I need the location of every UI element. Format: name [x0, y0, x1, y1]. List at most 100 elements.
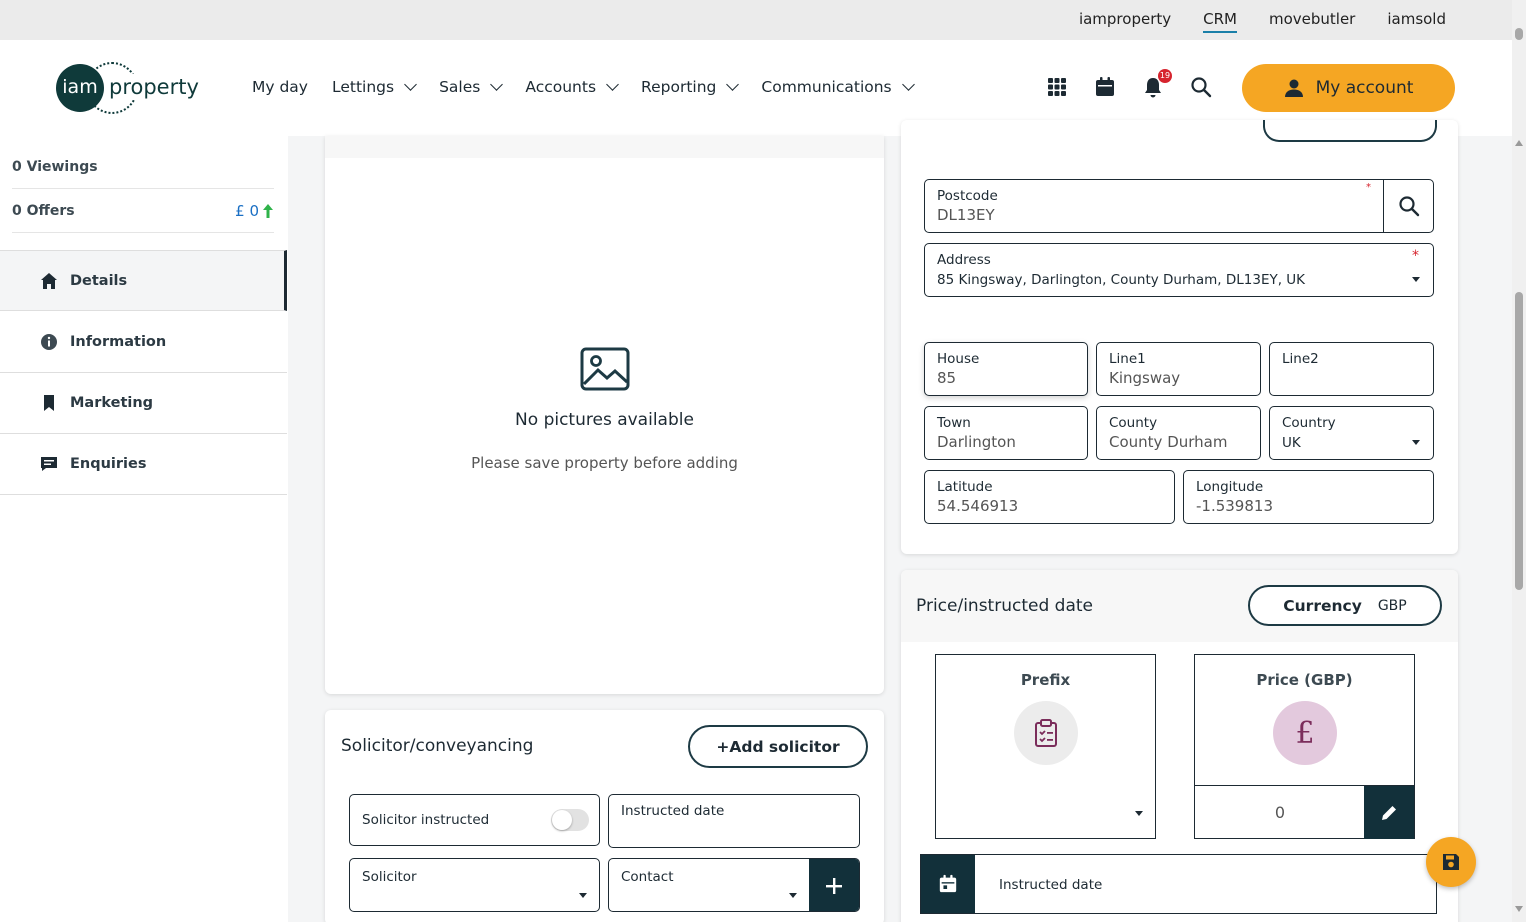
nav-label: Communications — [761, 78, 892, 96]
solicitor-instructed-toggle[interactable] — [551, 809, 589, 831]
offers-stat: 0 Offers £ 0 — [12, 190, 274, 233]
prefix-label: Prefix — [1020, 671, 1071, 689]
viewings-stat: 0 Viewings — [12, 146, 274, 189]
instructed-date-field[interactable]: Instructed date — [608, 794, 860, 848]
longitude-field[interactable]: Longitude -1.539813 — [1183, 470, 1434, 524]
postcode-label: Postcode — [937, 188, 998, 204]
caret-down-icon — [579, 893, 587, 898]
bell-icon[interactable]: 19 — [1142, 69, 1172, 98]
top-link-movebutler[interactable]: movebutler — [1269, 10, 1355, 33]
solicitor-instructed-toggle-field[interactable]: Solicitor instructed — [349, 794, 600, 846]
sidebar-item-information[interactable]: Information — [0, 312, 287, 373]
save-icon — [1443, 854, 1459, 870]
offers-value-text: £ 0 — [235, 202, 259, 220]
contact-select[interactable]: Contact — [608, 858, 860, 912]
search-icon — [1398, 196, 1419, 217]
my-account-label: My account — [1315, 78, 1414, 98]
latitude-label: Latitude — [937, 479, 993, 495]
clipboard-icon — [1014, 701, 1078, 765]
nav-lettings[interactable]: Lettings — [331, 78, 417, 96]
pictures-card-header — [325, 136, 884, 158]
top-link-crm[interactable]: CRM — [1203, 10, 1237, 33]
solicitor-select[interactable]: Solicitor — [349, 858, 600, 912]
postcode-field[interactable]: Postcode DL13EY * — [924, 179, 1434, 233]
nav-my-day[interactable]: My day — [252, 78, 308, 96]
currency-button[interactable]: Currency GBP — [1248, 585, 1442, 626]
town-label: Town — [937, 415, 971, 431]
town-value: Darlington — [937, 433, 1016, 451]
prefix-select[interactable]: Prefix — [935, 654, 1156, 839]
nav-label: Lettings — [331, 78, 395, 96]
pound-icon: £ — [1273, 701, 1337, 765]
arrow-up-icon — [263, 204, 273, 218]
county-label: County — [1109, 415, 1158, 431]
price-tile: Price (GBP) £ 0 — [1194, 654, 1415, 839]
logo[interactable]: iam property — [56, 62, 206, 114]
line2-field[interactable]: Line2 — [1269, 342, 1434, 396]
postcode-search-button[interactable] — [1383, 180, 1433, 232]
nav-sales[interactable]: Sales — [439, 78, 504, 96]
caret-down-icon — [789, 893, 797, 898]
house-value: 85 — [937, 369, 957, 387]
offers-value: £ 0 — [235, 202, 274, 220]
line1-label: Line1 — [1109, 351, 1146, 367]
nav-accounts[interactable]: Accounts — [525, 78, 619, 96]
county-field[interactable]: County County Durham — [1096, 406, 1261, 460]
calendar-icon[interactable] — [1094, 76, 1116, 98]
edit-price-button[interactable] — [1364, 786, 1414, 839]
sidebar-item-enquiries[interactable]: Enquiries — [0, 434, 287, 495]
my-account-button[interactable]: My account — [1242, 64, 1455, 112]
scrollbar-thumb[interactable] — [1515, 292, 1523, 590]
latitude-field[interactable]: Latitude 54.546913 — [924, 470, 1175, 524]
search-icon[interactable] — [1190, 76, 1212, 98]
country-select[interactable]: Country UK — [1269, 406, 1434, 460]
pound-symbol: £ — [1295, 715, 1315, 751]
scrollbar-top-thumb[interactable] — [1515, 28, 1523, 40]
apps-grid-icon[interactable] — [1046, 76, 1068, 98]
sidebar-item-details[interactable]: Details — [0, 250, 287, 311]
page-scrollbar[interactable] — [1512, 0, 1526, 922]
image-icon — [580, 347, 629, 391]
nav-reporting[interactable]: Reporting — [641, 78, 740, 96]
nav-communications[interactable]: Communications — [761, 78, 915, 96]
product-links: iamproperty CRM movebutler iamsold — [1079, 10, 1446, 33]
chevron-down-icon — [404, 78, 417, 91]
caret-down-icon — [1412, 277, 1420, 282]
top-link-iamproperty[interactable]: iamproperty — [1079, 10, 1171, 33]
price-input[interactable]: 0 — [1195, 786, 1365, 839]
scroll-up-arrow[interactable] — [1515, 140, 1523, 146]
instructed-date-picker[interactable]: Instructed date — [920, 854, 1437, 914]
price-label: Price (GBP) — [1256, 671, 1353, 689]
info-icon — [40, 333, 58, 351]
latitude-value: 54.546913 — [937, 497, 1019, 515]
sidebar: 0 Viewings 0 Offers £ 0 Details Informat… — [0, 136, 288, 922]
top-strip: iamproperty CRM movebutler iamsold — [0, 0, 1512, 40]
country-label: Country — [1282, 415, 1336, 431]
home-icon — [40, 272, 58, 290]
save-button[interactable] — [1426, 837, 1476, 887]
add-contact-button[interactable] — [809, 859, 859, 911]
calendar-icon — [939, 874, 957, 893]
sidebar-item-label: Details — [70, 272, 128, 289]
add-solicitor-button[interactable]: +Add solicitor — [688, 725, 868, 768]
address-card: Postcode DL13EY * Address 85 Kingsway, D… — [901, 120, 1458, 554]
address-select[interactable]: Address 85 Kingsway, Darlington, County … — [924, 243, 1434, 297]
house-field[interactable]: House 85 — [924, 342, 1088, 396]
sidebar-item-marketing[interactable]: Marketing — [0, 373, 287, 434]
calendar-button[interactable] — [921, 855, 975, 913]
country-value: UK — [1282, 435, 1301, 451]
logo-circle: iam — [56, 64, 104, 112]
price-input-row: 0 — [1195, 785, 1414, 839]
town-field[interactable]: Town Darlington — [924, 406, 1088, 460]
sidebar-item-label: Information — [70, 334, 167, 350]
postcode-value: DL13EY — [937, 206, 995, 224]
line1-field[interactable]: Line1 Kingsway — [1096, 342, 1261, 396]
main-nav: My day Lettings Sales Accounts Reporting… — [252, 78, 915, 96]
scroll-down-arrow[interactable] — [1515, 906, 1523, 912]
chevron-down-icon — [490, 78, 504, 91]
nav-label: Sales — [439, 78, 481, 96]
notification-badge: 19 — [1158, 69, 1172, 83]
top-link-iamsold[interactable]: iamsold — [1387, 10, 1446, 33]
solicitor-title: Solicitor/conveyancing — [341, 736, 534, 756]
partial-button[interactable] — [1263, 120, 1437, 142]
